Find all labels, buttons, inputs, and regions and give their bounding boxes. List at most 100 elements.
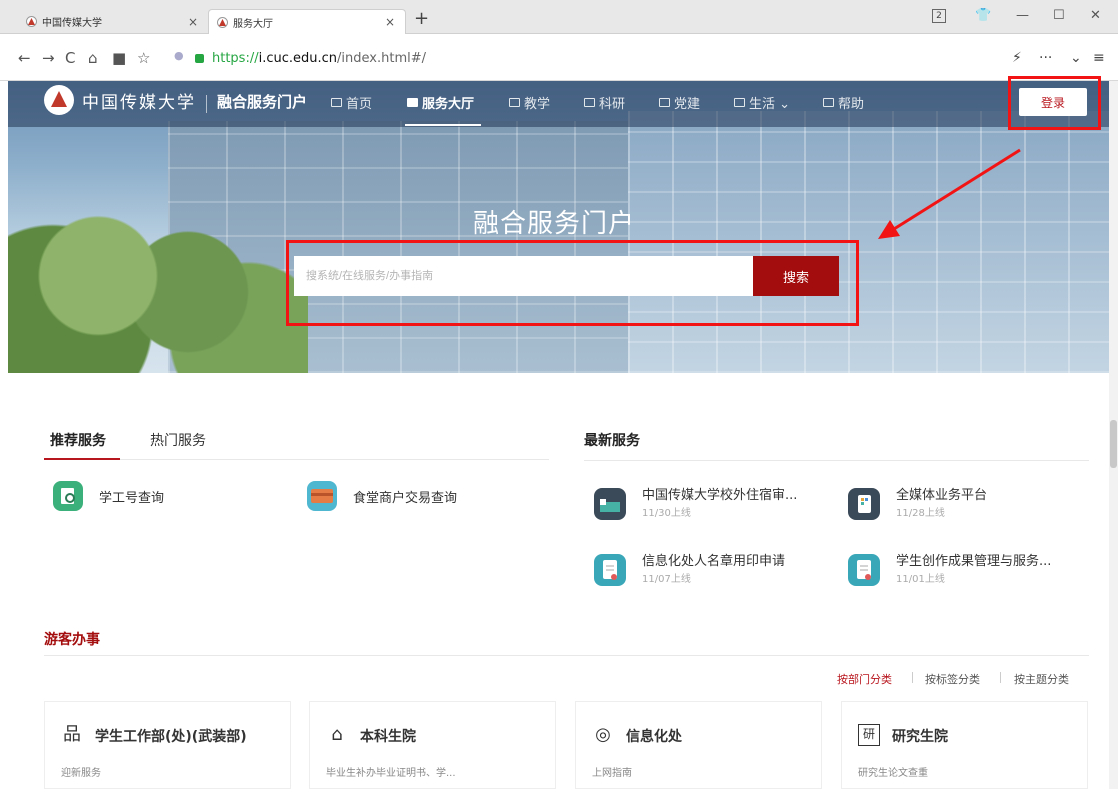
cuc-favicon-icon bbox=[26, 16, 37, 27]
site-info-icon[interactable]: ● bbox=[174, 49, 184, 62]
dept-desc: 上网指南 bbox=[592, 768, 632, 779]
annotation-box-search bbox=[286, 240, 859, 326]
nav-divider bbox=[206, 95, 207, 113]
service-item-student-id[interactable]: 学工号查询 bbox=[53, 481, 164, 511]
address-bar: ← → C ⌂ ■ ☆ ● https:// i.cuc.edu.cn /ind… bbox=[0, 35, 1118, 81]
university-emblem-icon bbox=[44, 85, 74, 115]
newest-item-date: 11/30上线 bbox=[642, 508, 691, 519]
lightning-icon[interactable]: ⚡ bbox=[1012, 50, 1022, 66]
tab-active-indicator bbox=[44, 458, 120, 460]
dept-card-graduate[interactable]: 研 研究生院 研究生论文查重 bbox=[841, 701, 1088, 789]
help-icon bbox=[823, 98, 834, 107]
filter-by-tag[interactable]: 按标签分类 bbox=[925, 671, 980, 687]
nav-service-hall-label: 服务大厅 bbox=[422, 97, 475, 112]
close-tab-icon[interactable]: × bbox=[188, 15, 198, 29]
chevron-down-icon[interactable]: ⌄ bbox=[1070, 50, 1082, 66]
nav-active-indicator bbox=[405, 124, 481, 126]
newest-services-title: 最新服务 bbox=[584, 433, 640, 449]
research-nav-icon bbox=[584, 98, 595, 107]
hero-title: 融合服务门户 bbox=[473, 209, 636, 239]
menu-icon[interactable]: ≡ bbox=[1093, 50, 1105, 66]
browser-tab-cuc[interactable]: 中国传媒大学 × bbox=[18, 9, 208, 34]
scrollbar-thumb[interactable] bbox=[1110, 420, 1117, 468]
newest-item-date: 11/01上线 bbox=[896, 574, 945, 585]
annotation-box-login bbox=[1008, 76, 1101, 130]
nav-home[interactable]: 首页 bbox=[331, 93, 372, 112]
filter-separator bbox=[1000, 672, 1001, 683]
nav-service-hall[interactable]: 服务大厅 bbox=[407, 93, 474, 112]
graduation-icon: ⌂ bbox=[331, 724, 343, 745]
service-item-label: 学工号查询 bbox=[99, 490, 165, 506]
nav-research[interactable]: 科研 bbox=[584, 93, 625, 112]
filter-by-department[interactable]: 按部门分类 bbox=[837, 671, 892, 687]
dept-desc: 研究生论文查重 bbox=[858, 768, 928, 779]
newest-item-name: 学生创作成果管理与服务... bbox=[896, 554, 1052, 569]
dept-card-it-office[interactable]: ◎ 信息化处 上网指南 bbox=[575, 701, 822, 789]
newest-item-date: 11/07上线 bbox=[642, 574, 691, 585]
shirt-icon[interactable]: 👕 bbox=[975, 8, 991, 23]
newest-item-name: 中国传媒大学校外住宿审... bbox=[642, 488, 798, 503]
close-tab-icon[interactable]: × bbox=[385, 15, 395, 29]
forward-icon[interactable]: → bbox=[42, 49, 55, 67]
nav-party[interactable]: 党建 bbox=[659, 93, 700, 112]
dept-desc: 毕业生补办毕业证明书、学... bbox=[326, 768, 456, 779]
nav-life[interactable]: 生活 ⌄ bbox=[734, 93, 790, 112]
dept-name: 本科生院 bbox=[360, 729, 416, 745]
nav-teaching-label: 教学 bbox=[524, 97, 551, 112]
tab-popular[interactable]: 热门服务 bbox=[150, 430, 206, 450]
research-icon: 研 bbox=[858, 724, 880, 746]
url-host: i.cuc.edu.cn bbox=[258, 51, 338, 66]
tab-count-badge[interactable]: 2 bbox=[932, 9, 946, 23]
document-icon bbox=[848, 554, 880, 586]
teaching-icon bbox=[509, 98, 520, 107]
browser-tab-bar: 中国传媒大学 × 服务大厅 × + 2 👕 — ☐ ✕ bbox=[0, 0, 1118, 34]
nav-help[interactable]: 帮助 bbox=[823, 93, 864, 112]
browser-tab-label: 服务大厅 bbox=[233, 18, 273, 30]
browser-tab-service-hall[interactable]: 服务大厅 × bbox=[208, 9, 406, 34]
newest-item-name: 信息化处人名章用印申请 bbox=[642, 554, 786, 569]
favorites-icon[interactable]: ☆ bbox=[137, 49, 150, 67]
guest-services-title: 游客办事 bbox=[44, 632, 100, 648]
portal-title[interactable]: 融合服务门户 bbox=[217, 91, 307, 112]
maximize-icon[interactable]: ☐ bbox=[1053, 8, 1065, 23]
url-field[interactable]: https:// i.cuc.edu.cn /index.html#/ bbox=[195, 51, 426, 66]
search-id-icon bbox=[53, 481, 83, 511]
org-chart-icon: 品 bbox=[63, 724, 81, 745]
newest-item-date: 11/28上线 bbox=[896, 508, 945, 519]
lock-icon bbox=[195, 54, 204, 63]
more-icon[interactable]: ··· bbox=[1039, 50, 1052, 66]
nav-life-label: 生活 ⌄ bbox=[749, 97, 791, 112]
home-icon[interactable]: ⌂ bbox=[88, 49, 98, 67]
tab-recommended[interactable]: 推荐服务 bbox=[50, 430, 106, 450]
logo-text: 中国传媒大学 bbox=[82, 92, 196, 113]
annotation-arrow bbox=[878, 148, 1021, 239]
extension-icon[interactable]: ■ bbox=[112, 49, 126, 67]
nav-teaching[interactable]: 教学 bbox=[509, 93, 550, 112]
reload-icon[interactable]: C bbox=[65, 49, 75, 67]
dept-card-undergraduate[interactable]: ⌂ 本科生院 毕业生补办毕业证明书、学... bbox=[309, 701, 556, 789]
party-icon bbox=[659, 98, 670, 107]
back-icon[interactable]: ← bbox=[18, 49, 31, 67]
url-path: /index.html#/ bbox=[337, 51, 426, 66]
dept-desc: 迎新服务 bbox=[61, 768, 101, 779]
close-window-icon[interactable]: ✕ bbox=[1090, 8, 1101, 23]
filter-by-topic[interactable]: 按主题分类 bbox=[1014, 671, 1069, 687]
browser-tab-label: 中国传媒大学 bbox=[42, 18, 102, 29]
nav-party-label: 党建 bbox=[674, 97, 701, 112]
url-scheme: https:// bbox=[212, 51, 259, 66]
document-icon bbox=[594, 554, 626, 586]
cuc-favicon-icon bbox=[217, 16, 228, 28]
tree-image bbox=[8, 211, 308, 373]
globe-icon: ◎ bbox=[595, 724, 611, 745]
nav-help-label: 帮助 bbox=[838, 97, 865, 112]
university-logo[interactable]: 中国传媒大学 bbox=[44, 85, 196, 115]
service-hall-icon bbox=[407, 98, 418, 107]
card-icon bbox=[307, 481, 337, 511]
dept-name: 研究生院 bbox=[892, 729, 948, 745]
new-tab-button[interactable]: + bbox=[414, 8, 429, 29]
dept-card-student-affairs[interactable]: 品 学生工作部(处)(武装部) 迎新服务 bbox=[44, 701, 291, 789]
minimize-icon[interactable]: — bbox=[1016, 8, 1029, 23]
home-nav-icon bbox=[331, 98, 342, 107]
nav-home-label: 首页 bbox=[346, 97, 373, 112]
service-item-canteen[interactable]: 食堂商户交易查询 bbox=[307, 481, 457, 511]
